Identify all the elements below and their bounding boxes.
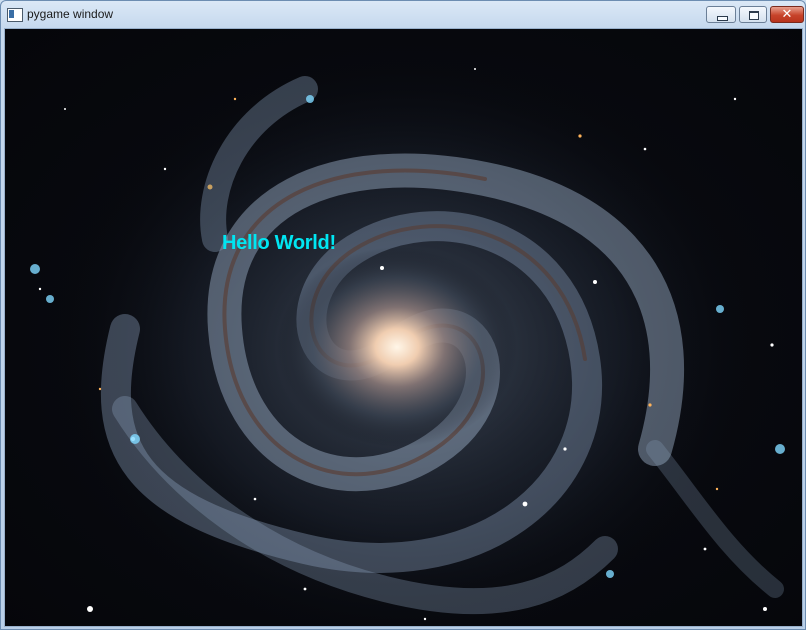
title-bar[interactable]: pygame window ✕ (1, 1, 805, 29)
minimize-icon (717, 16, 728, 21)
galaxy-background (30, 49, 785, 626)
maximize-icon (749, 11, 759, 20)
hello-world-text: Hello World! (222, 232, 336, 254)
pygame-window-icon[interactable] (7, 8, 23, 22)
game-canvas[interactable]: Hello World! (4, 28, 803, 627)
close-button[interactable]: ✕ (770, 6, 804, 23)
minimize-button[interactable] (706, 6, 736, 23)
maximize-button[interactable] (739, 6, 767, 23)
close-icon: ✕ (781, 7, 793, 22)
app-window: pygame window ✕ Hello World! (0, 0, 806, 630)
window-title: pygame window (27, 7, 114, 21)
